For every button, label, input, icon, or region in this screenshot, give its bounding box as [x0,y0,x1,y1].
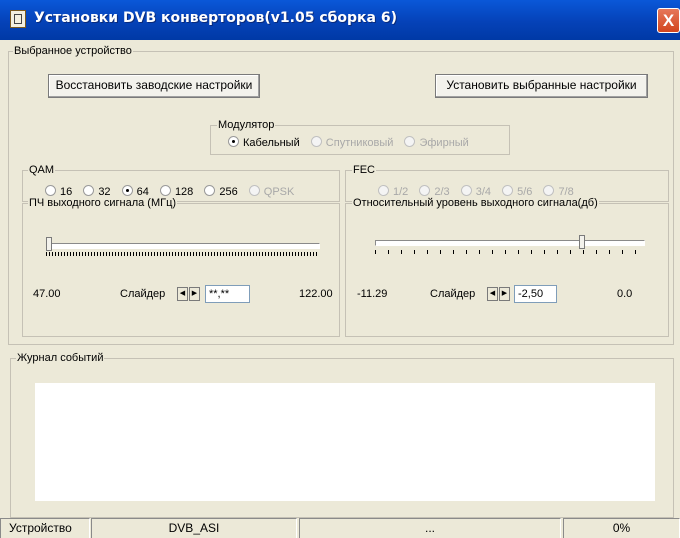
app-icon [10,10,26,28]
level-slider-ticks [375,250,643,254]
radio-button-icon [543,185,555,196]
if-decrement-button[interactable]: ◀ [177,287,188,301]
radio-button-icon [45,185,56,196]
window: Установки DVB конверторов(v1.05 сборка 6… [0,0,680,538]
level-increment-button[interactable]: ▶ [499,287,510,301]
qam-legend: QAM [28,164,56,176]
level-value-input[interactable]: -2,50 [514,285,557,303]
if-increment-button[interactable]: ▶ [189,287,200,301]
device-frame-legend: Выбранное устройство [13,45,133,57]
modulator-cable-radio[interactable]: Кабельный [228,136,300,149]
restore-defaults-button[interactable]: Восстановить заводские настройки [48,74,260,98]
level-max-label: 0.0 [617,288,633,300]
status-device-value: DVB_ASI [91,518,297,538]
if-frame [22,203,340,337]
level-min-label: -11.29 [357,288,388,300]
level-legend: Относительный уровень выходного сигнала(… [352,197,599,209]
radio-button-icon [121,185,133,196]
radio-button-icon [404,136,416,147]
if-legend: ПЧ выходного сигнала (МГц) [28,197,178,209]
title-bar[interactable]: Установки DVB конверторов(v1.05 сборка 6… [0,0,680,40]
event-log-area[interactable] [35,383,655,501]
status-device-label: Устройство [0,518,90,538]
if-slider-ticks [46,252,318,256]
modulator-legend: Модулятор [217,119,276,131]
modulator-terrestrial-radio[interactable]: Эфирный [404,136,469,149]
modulator-options: Кабельный Спутниковый Эфирный [228,136,477,149]
level-frame [345,203,669,337]
radio-button-icon [419,185,431,196]
if-max-label: 122.00 [299,288,333,300]
qam-256-radio[interactable]: 256 [204,185,238,198]
qam-qpsk-radio[interactable]: QPSK [248,185,294,198]
level-slider-track[interactable] [375,240,645,246]
close-button[interactable]: X [657,8,680,33]
status-progress: 0% [563,518,680,538]
modulator-satellite-radio[interactable]: Спутниковый [310,136,393,149]
radio-button-icon [460,185,472,196]
level-decrement-button[interactable]: ◀ [487,287,498,301]
if-value-input[interactable]: **,** [205,285,250,303]
window-title: Установки DVB конверторов(v1.05 сборка 6… [34,10,398,26]
fec-legend: FEC [352,164,376,176]
log-legend: Журнал событий [16,352,105,364]
if-slider-track[interactable] [46,243,320,249]
apply-settings-button[interactable]: Установить выбранные настройки [435,74,648,98]
if-min-label: 47.00 [33,288,61,300]
if-slider-label: Слайдер [120,288,166,300]
radio-button-icon [204,185,216,196]
radio-button-icon [248,185,260,196]
level-slider-label: Слайдер [430,288,476,300]
radio-button-icon [378,185,389,196]
level-slider-thumb[interactable] [579,235,586,249]
radio-button-icon [228,136,239,147]
radio-button-icon [83,185,95,196]
radio-button-icon [159,185,171,196]
if-slider-thumb[interactable] [46,237,52,251]
radio-button-icon [502,185,514,196]
status-middle: ... [299,518,561,538]
radio-button-icon [310,136,322,147]
